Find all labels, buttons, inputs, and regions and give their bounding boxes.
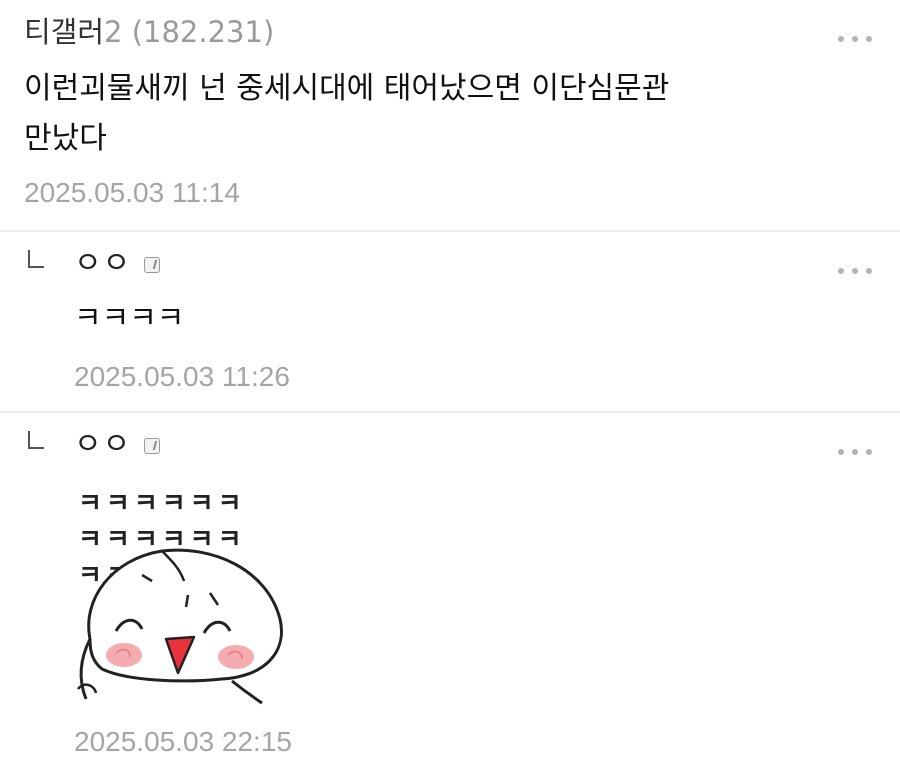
more-options-icon[interactable] xyxy=(838,447,872,457)
reply-arrow-icon xyxy=(28,250,44,268)
comment-item: 티갤러2 (182.231) 이런괴물새끼 넌 중세시대에 태어났으면 이단심문… xyxy=(0,0,900,230)
reply-timestamp: 2025.05.03 22:15 xyxy=(74,726,292,757)
comment-text-line: 만났다 xyxy=(24,121,107,156)
reply-author[interactable]: ㅇㅇ xyxy=(74,427,131,463)
author-gallog-number: 2 xyxy=(104,15,123,49)
comment-author[interactable]: 티갤러2 (182.231) xyxy=(24,14,274,50)
comment-text: 이런괴물새끼 넌 중세시대에 태어났으면 이단심문관 만났다 xyxy=(24,64,669,164)
reply-timestamp: 2025.05.03 11:26 xyxy=(74,361,290,392)
reply-author[interactable]: ㅇㅇ xyxy=(74,246,131,282)
reply-arrow-icon xyxy=(28,431,44,449)
more-options-icon[interactable] xyxy=(838,34,872,44)
author-name[interactable]: 티갤러 xyxy=(24,15,104,49)
reply-item: ㅇㅇ ㅋㅋㅋㅋ 2025.05.03 11:26 xyxy=(0,232,900,412)
reply-text: ㅋㅋㅋㅋ xyxy=(74,301,185,336)
fixed-nickname-badge-icon xyxy=(144,257,160,273)
fixed-nickname-badge-icon xyxy=(144,438,160,454)
more-options-icon[interactable] xyxy=(838,266,872,276)
author-ip: (182.231) xyxy=(131,15,275,49)
mandu-character-icon xyxy=(77,548,283,705)
comment-timestamp: 2025.05.03 11:14 xyxy=(24,177,240,208)
comment-text-line: 이런괴물새끼 넌 중세시대에 태어났으면 이단심문관 xyxy=(24,71,670,106)
dccon-sticker[interactable]: ㅋㅋㅋㅋㅋㅋ ㅋㅋㅋㅋㅋㅋ ㅋㅋ ㅋㅋ xyxy=(72,489,292,707)
reply-item: ㅇㅇ ㅋㅋㅋㅋㅋㅋ ㅋㅋㅋㅋㅋㅋ ㅋㅋ ㅋㅋ xyxy=(0,413,900,764)
